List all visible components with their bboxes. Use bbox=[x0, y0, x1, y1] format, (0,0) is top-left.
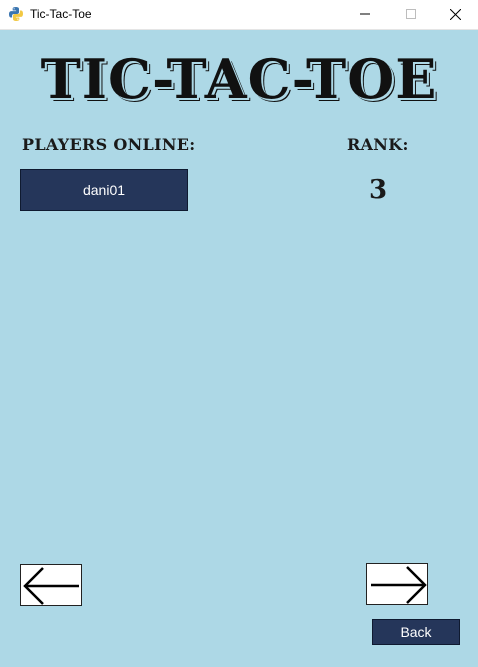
next-page-button[interactable] bbox=[366, 563, 428, 605]
back-button[interactable]: Back bbox=[372, 619, 460, 645]
players-online-label: PLAYERS ONLINE: bbox=[22, 135, 196, 154]
arrow-right-icon bbox=[371, 566, 427, 604]
maximize-button[interactable] bbox=[388, 0, 434, 29]
python-icon bbox=[8, 6, 24, 22]
minimize-button[interactable] bbox=[342, 0, 388, 29]
close-icon bbox=[450, 9, 461, 20]
player-name: dani01 bbox=[82, 182, 126, 198]
back-button-label: Back bbox=[400, 624, 432, 640]
minimize-icon bbox=[360, 13, 370, 15]
previous-page-button[interactable] bbox=[20, 564, 82, 606]
window-title: Tic-Tac-Toe bbox=[30, 7, 92, 21]
maximize-icon bbox=[406, 9, 416, 19]
player-button[interactable]: dani01 bbox=[20, 169, 188, 211]
window-titlebar: Tic-Tac-Toe bbox=[0, 0, 478, 30]
rank-label: RANK: bbox=[347, 135, 409, 154]
rank-value: 3 bbox=[368, 175, 388, 205]
page-title: TIC-TAC-TOE bbox=[40, 47, 438, 111]
arrow-left-icon bbox=[23, 567, 79, 605]
close-button[interactable] bbox=[432, 0, 478, 29]
